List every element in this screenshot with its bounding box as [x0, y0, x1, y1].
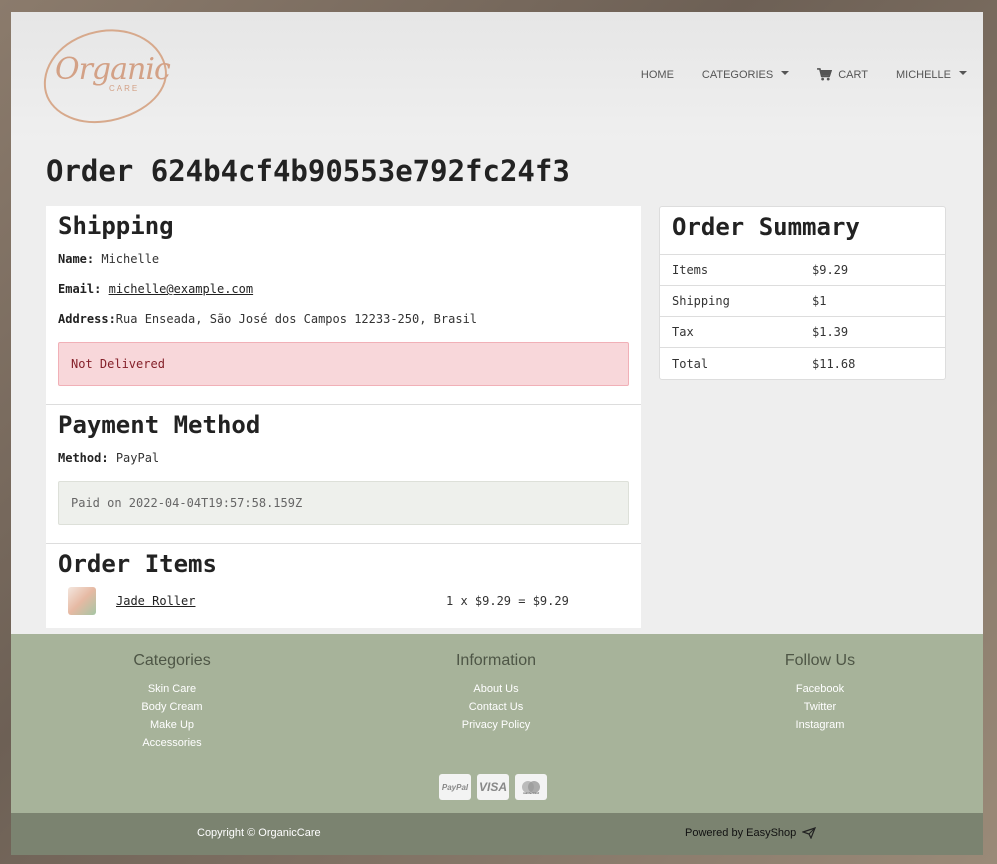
powered-by-label: Powered by EasyShop: [685, 827, 797, 839]
cart-icon: [817, 68, 833, 81]
footer-categories-heading: Categories: [133, 652, 211, 669]
nav-cart[interactable]: CART: [817, 68, 868, 81]
footer-categories: Categories Skin Care Body Cream Make Up …: [72, 652, 272, 752]
nav-home[interactable]: HOME: [641, 69, 674, 81]
shipping-section: Shipping Name: Michelle Email: michelle@…: [46, 206, 641, 405]
mastercard-icon: mastercard: [515, 774, 547, 800]
logo-text: Organic: [55, 52, 171, 87]
header: Organic CARE HOME CATEGORIES CART MICHEL…: [11, 12, 983, 140]
product-thumbnail: [68, 587, 96, 615]
bottom-bar: Copyright © OrganicCare Powered by EasyS…: [11, 813, 983, 855]
payment-section: Payment Method Method: PayPal Paid on 20…: [46, 405, 641, 544]
summary-value: $9.29: [812, 263, 849, 277]
method-value: PayPal: [115, 451, 160, 465]
footer: Categories Skin Care Body Cream Make Up …: [11, 634, 983, 813]
order-details: Shipping Name: Michelle Email: michelle@…: [46, 206, 641, 628]
paypal-icon: PayPal: [439, 774, 471, 800]
address-value: Rua Enseada, São José dos Campos 12233-2…: [115, 312, 478, 326]
name-value: Michelle: [101, 252, 160, 266]
visa-icon: VISA: [477, 774, 509, 800]
payment-method: Method: PayPal: [58, 451, 629, 465]
logo-subtext: CARE: [109, 84, 140, 93]
caret-down-icon: [781, 70, 790, 75]
page-title: Order 624b4cf4b90553e792fc24f3: [46, 154, 570, 188]
footer-link-body-cream[interactable]: Body Cream: [72, 698, 272, 716]
payment-status-alert: Paid on 2022-04-04T19:57:58.159Z: [58, 481, 629, 525]
summary-heading: Order Summary: [660, 207, 945, 255]
paper-plane-icon: [802, 827, 817, 839]
summary-row-total: Total $11.68: [660, 348, 945, 379]
address-label: Address:: [58, 312, 116, 326]
copyright: Copyright © OrganicCare: [197, 827, 321, 839]
footer-link-facebook[interactable]: Facebook: [720, 680, 920, 698]
footer-link-privacy-policy[interactable]: Privacy Policy: [396, 716, 596, 734]
page-frame: Organic CARE HOME CATEGORIES CART MICHEL…: [11, 12, 983, 855]
nav-categories-label: CATEGORIES: [701, 68, 774, 81]
footer-link-twitter[interactable]: Twitter: [720, 698, 920, 716]
product-link[interactable]: Jade Roller: [116, 594, 446, 608]
summary-value: $1.39: [812, 325, 849, 339]
method-label: Method:: [58, 451, 109, 465]
footer-information: Information About Us Contact Us Privacy …: [396, 652, 596, 734]
footer-link-accessories[interactable]: Accessories: [72, 734, 272, 752]
shipping-heading: Shipping: [58, 212, 174, 240]
caret-down-icon: [959, 70, 967, 75]
summary-label: Items: [672, 263, 709, 277]
footer-link-contact-us[interactable]: Contact Us: [396, 698, 596, 716]
summary-row-tax: Tax $1.39: [660, 317, 945, 348]
summary-row-items: Items $9.29: [660, 255, 945, 286]
summary-label: Total: [672, 356, 709, 371]
nav-user-label: MICHELLE: [895, 68, 951, 81]
summary-label: Tax: [672, 325, 694, 339]
nav-home-label: HOME: [640, 68, 674, 81]
order-items-section: Order Items Jade Roller 1 x $9.29 = $9.2…: [46, 544, 641, 628]
footer-follow-heading: Follow Us: [784, 652, 856, 669]
delivery-status-alert: Not Delivered: [58, 342, 629, 386]
list-item: Jade Roller 1 x $9.29 = $9.29: [58, 584, 629, 618]
footer-link-about-us[interactable]: About Us: [396, 680, 596, 698]
email-link[interactable]: michelle@example.com: [109, 282, 254, 296]
footer-follow: Follow Us Facebook Twitter Instagram: [720, 652, 920, 734]
nav-categories-dropdown[interactable]: CATEGORIES: [701, 68, 790, 81]
payment-heading: Payment Method: [58, 411, 261, 439]
payment-icons: PayPal VISA mastercard: [439, 774, 547, 800]
nav-user-dropdown[interactable]: MICHELLE: [896, 69, 967, 81]
name-label: Name:: [58, 252, 95, 266]
svg-text:mastercard: mastercard: [523, 791, 539, 795]
summary-value: $11.68: [812, 356, 856, 371]
footer-link-skin-care[interactable]: Skin Care: [72, 680, 272, 698]
summary-label: Shipping: [672, 294, 730, 308]
shipping-name: Name: Michelle: [58, 252, 629, 266]
footer-link-make-up[interactable]: Make Up: [72, 716, 272, 734]
summary-value: $1: [812, 294, 827, 308]
footer-link-instagram[interactable]: Instagram: [720, 716, 920, 734]
email-label: Email:: [58, 282, 102, 296]
shipping-address: Address:Rua Enseada, São José dos Campos…: [58, 312, 629, 326]
footer-information-heading: Information: [455, 652, 537, 669]
main-nav: HOME CATEGORIES CART MICHELLE: [641, 68, 967, 81]
order-items-heading: Order Items: [58, 550, 217, 578]
product-price-line: 1 x $9.29 = $9.29: [446, 594, 569, 608]
order-summary: Order Summary Items $9.29 Shipping $1 Tax $…: [659, 206, 946, 380]
powered-by[interactable]: Powered by EasyShop: [685, 827, 817, 839]
summary-row-shipping: Shipping $1: [660, 286, 945, 317]
shipping-email: Email: michelle@example.com: [58, 282, 629, 296]
nav-cart-label: CART: [838, 68, 868, 81]
